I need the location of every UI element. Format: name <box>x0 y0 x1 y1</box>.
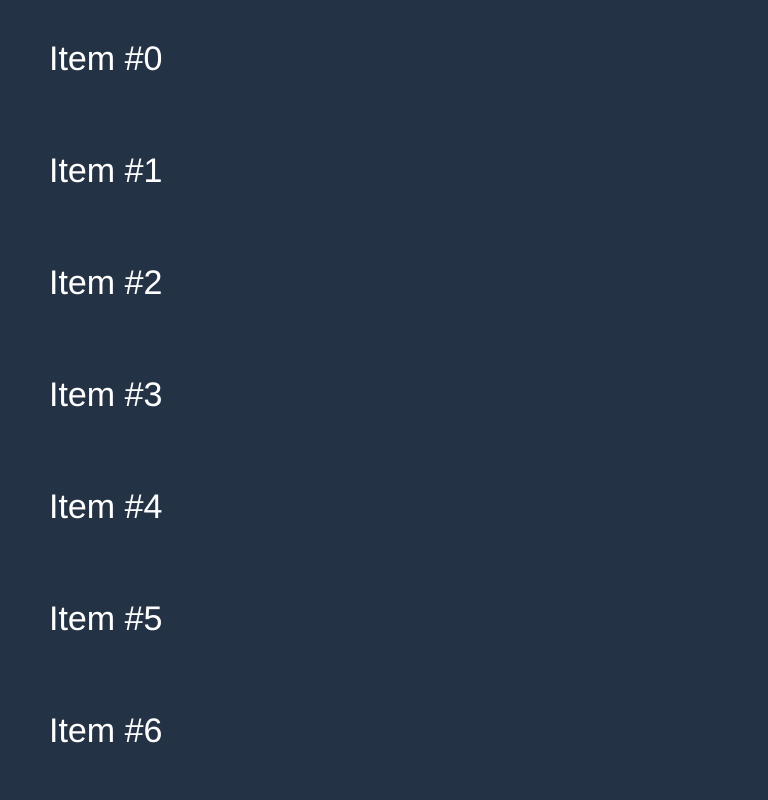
list-item-label: Item #1 <box>49 152 163 190</box>
list-item[interactable]: Item #5 <box>0 563 768 675</box>
list-item[interactable]: Item #6 <box>0 675 768 787</box>
list-item-label: Item #0 <box>49 40 163 78</box>
list-item-label: Item #2 <box>49 264 163 302</box>
list-item[interactable]: Item #0 <box>0 3 768 115</box>
list-item-label: Item #4 <box>49 488 163 526</box>
item-list: Item #0 Item #1 Item #2 Item #3 Item #4 … <box>0 0 768 800</box>
list-item[interactable]: Item #4 <box>0 451 768 563</box>
list-item[interactable]: Item #3 <box>0 339 768 451</box>
list-item[interactable]: Item #1 <box>0 115 768 227</box>
list-item[interactable]: Item #2 <box>0 227 768 339</box>
list-item-label: Item #5 <box>49 600 163 638</box>
list-item-label: Item #6 <box>49 712 163 750</box>
list-item-label: Item #3 <box>49 376 163 414</box>
